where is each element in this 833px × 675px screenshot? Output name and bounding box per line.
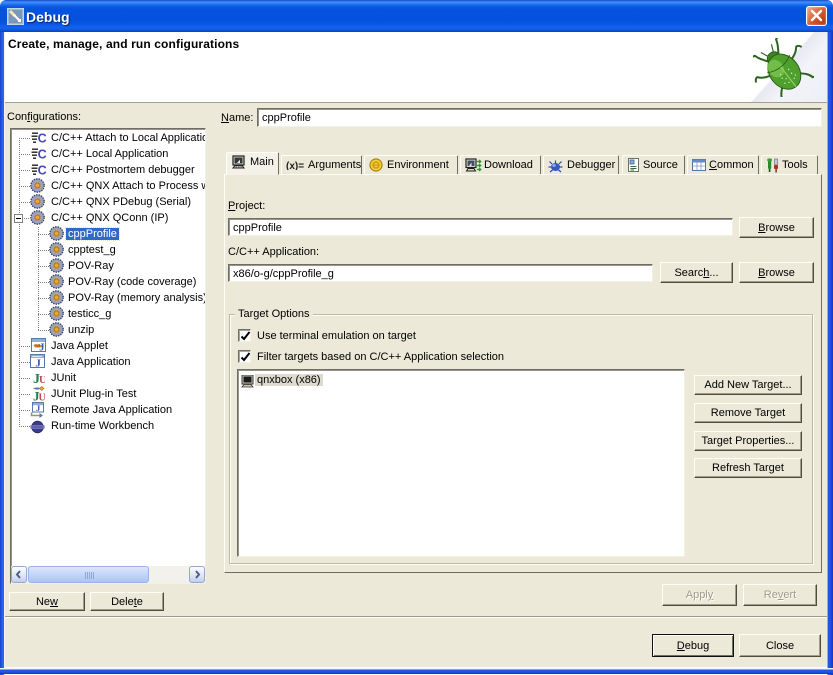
svg-text:(x)=: (x)= — [286, 161, 304, 170]
